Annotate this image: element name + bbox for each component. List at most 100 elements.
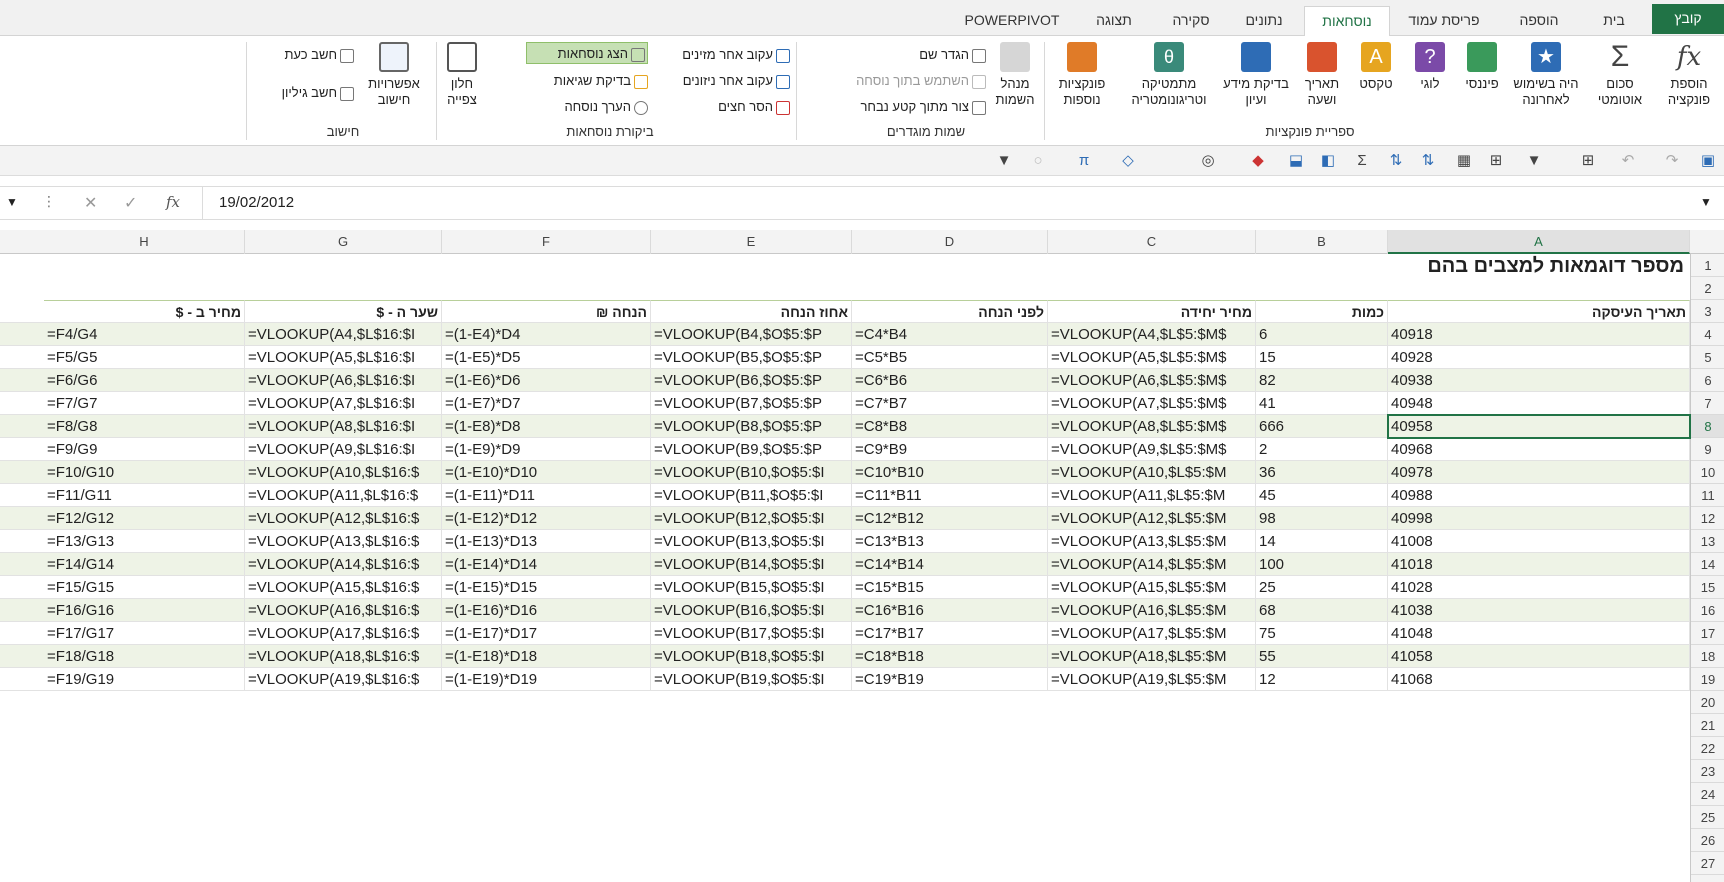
column-header-d[interactable]: D	[852, 230, 1048, 254]
cell-g6[interactable]: =VLOOKUP(A6,$L$16:$I	[245, 369, 442, 392]
cell-e6[interactable]: =VLOOKUP(B6,$O$5:$P	[651, 369, 852, 392]
enter-icon[interactable]: ✓	[124, 193, 137, 213]
sigma-icon[interactable]: Σ	[1354, 153, 1370, 169]
row-header-10[interactable]: 10	[1691, 461, 1724, 484]
date-time-button[interactable]: תאריך ושעה	[1294, 42, 1350, 108]
cell-f8[interactable]: =(1-E8)*D8	[442, 415, 651, 438]
row-header-21[interactable]: 21	[1691, 714, 1724, 737]
borders-icon[interactable]: ⊞	[1488, 153, 1504, 169]
cell-c19[interactable]: =VLOOKUP(A19,$L$5:$M	[1048, 668, 1256, 691]
cell-f14[interactable]: =(1-E14)*D14	[442, 553, 651, 576]
cell-e4[interactable]: =VLOOKUP(B4,$O$5:$P	[651, 323, 852, 346]
cell-c11[interactable]: =VLOOKUP(A11,$L$5:$M	[1048, 484, 1256, 507]
cell-g9[interactable]: =VLOOKUP(A9,$L$16:$I	[245, 438, 442, 461]
header-cell-f[interactable]: הנחה ₪	[442, 300, 651, 323]
row-header-9[interactable]: 9	[1691, 438, 1724, 461]
row-header-6[interactable]: 6	[1691, 369, 1724, 392]
row-header-13[interactable]: 13	[1691, 530, 1724, 553]
cell-b7[interactable]: 41	[1256, 392, 1388, 415]
cell-h15[interactable]: =F15/G15	[44, 576, 245, 599]
cell-d4[interactable]: =C4*B4	[852, 323, 1048, 346]
sheet-title[interactable]: מספר דוגמאות למצבים בהם	[1427, 255, 1684, 278]
column-header-h[interactable]: H	[44, 230, 245, 254]
cell-f15[interactable]: =(1-E15)*D15	[442, 576, 651, 599]
cell-g19[interactable]: =VLOOKUP(A19,$L$16:$	[245, 668, 442, 691]
row-header-22[interactable]: 22	[1691, 737, 1724, 760]
cell-c16[interactable]: =VLOOKUP(A16,$L$5:$M	[1048, 599, 1256, 622]
remove-arrows-button[interactable]: הסר חצים	[680, 96, 790, 118]
cell-b18[interactable]: 55	[1256, 645, 1388, 668]
row-header-16[interactable]: 16	[1691, 599, 1724, 622]
logical-button[interactable]: ? לוגי	[1404, 42, 1456, 92]
cell-a17[interactable]: 41048	[1388, 622, 1690, 645]
cell-f12[interactable]: =(1-E12)*D12	[442, 507, 651, 530]
cell-c14[interactable]: =VLOOKUP(A14,$L$5:$M	[1048, 553, 1256, 576]
evaluate-formula-button[interactable]: הערך נוסחה	[538, 96, 648, 118]
header-cell-a[interactable]: תאריך העיסקה	[1388, 300, 1690, 323]
grid-icon[interactable]: ⊞	[1580, 153, 1596, 169]
cell-e5[interactable]: =VLOOKUP(B5,$O$5:$P	[651, 346, 852, 369]
cell-f10[interactable]: =(1-E10)*D10	[442, 461, 651, 484]
sort-za-icon[interactable]: ⇅	[1388, 153, 1404, 169]
row-header-23[interactable]: 23	[1691, 760, 1724, 783]
cell-b6[interactable]: 82	[1256, 369, 1388, 392]
cell-h19[interactable]: =F19/G19	[44, 668, 245, 691]
fx-icon[interactable]: fx	[166, 193, 180, 211]
row-header-8[interactable]: 8	[1691, 415, 1724, 438]
cell-f4[interactable]: =(1-E4)*D4	[442, 323, 651, 346]
header-cell-g[interactable]: שער ה - $	[245, 300, 442, 323]
cell-c15[interactable]: =VLOOKUP(A15,$L$5:$M	[1048, 576, 1256, 599]
tab-data[interactable]: נתונים	[1228, 6, 1300, 36]
cell-f7[interactable]: =(1-E7)*D7	[442, 392, 651, 415]
column-header-b[interactable]: B	[1256, 230, 1388, 254]
expand-formula-icon[interactable]: ▼	[1700, 195, 1712, 209]
cell-g14[interactable]: =VLOOKUP(A14,$L$16:$	[245, 553, 442, 576]
cell-a11[interactable]: 40988	[1388, 484, 1690, 507]
cell-e10[interactable]: =VLOOKUP(B10,$O$5:$I	[651, 461, 852, 484]
funnel-icon[interactable]: ▼	[996, 153, 1012, 169]
cell-b14[interactable]: 100	[1256, 553, 1388, 576]
cell-h11[interactable]: =F11/G11	[44, 484, 245, 507]
cell-h18[interactable]: =F18/G18	[44, 645, 245, 668]
header-cell-e[interactable]: אחוז הנחה	[651, 300, 852, 323]
cell-b4[interactable]: 6	[1256, 323, 1388, 346]
insert-col-icon[interactable]: ◧	[1320, 153, 1336, 169]
name-manager-button[interactable]: מנהל השמות	[988, 42, 1042, 108]
row-header-1[interactable]: 1	[1691, 254, 1724, 277]
worksheet-grid[interactable]: H G F E D C B A 1 2 3 4 5 6 7 8 9 10 11 12 13 14 15 16 1…	[0, 230, 1724, 882]
cell-g11[interactable]: =VLOOKUP(A11,$L$16:$	[245, 484, 442, 507]
cell-b17[interactable]: 75	[1256, 622, 1388, 645]
cell-c6[interactable]: =VLOOKUP(A6,$L$5:$M$	[1048, 369, 1256, 392]
cell-b9[interactable]: 2	[1256, 438, 1388, 461]
circle-icon[interactable]: ○	[1030, 153, 1046, 169]
cell-c5[interactable]: =VLOOKUP(A5,$L$5:$M$	[1048, 346, 1256, 369]
calc-sheet-button[interactable]: חשב גיליון	[258, 82, 354, 104]
tab-home[interactable]: בית	[1582, 6, 1646, 36]
tab-page-layout[interactable]: פריסת עמוד	[1392, 6, 1496, 36]
cell-a7[interactable]: 40948	[1388, 392, 1690, 415]
cell-h12[interactable]: =F12/G12	[44, 507, 245, 530]
column-header-g[interactable]: G	[245, 230, 442, 254]
cell-c8[interactable]: =VLOOKUP(A8,$L$5:$M$	[1048, 415, 1256, 438]
column-header-c[interactable]: C	[1048, 230, 1256, 254]
financial-button[interactable]: פיננסי	[1456, 42, 1508, 92]
cell-g5[interactable]: =VLOOKUP(A5,$L$16:$I	[245, 346, 442, 369]
cell-d17[interactable]: =C17*B17	[852, 622, 1048, 645]
cell-b5[interactable]: 15	[1256, 346, 1388, 369]
row-header-17[interactable]: 17	[1691, 622, 1724, 645]
cell-b16[interactable]: 68	[1256, 599, 1388, 622]
more-functions-button[interactable]: פונקציות נוספות	[1046, 42, 1118, 108]
row-header-11[interactable]: 11	[1691, 484, 1724, 507]
cell-d15[interactable]: =C15*B15	[852, 576, 1048, 599]
cell-e7[interactable]: =VLOOKUP(B7,$O$5:$P	[651, 392, 852, 415]
cell-f13[interactable]: =(1-E13)*D13	[442, 530, 651, 553]
header-cell-b[interactable]: כמות	[1256, 300, 1388, 323]
header-cell-d[interactable]: לפני הנחה	[852, 300, 1048, 323]
selected-cell[interactable]	[1387, 414, 1691, 439]
cell-c18[interactable]: =VLOOKUP(A18,$L$5:$M	[1048, 645, 1256, 668]
cell-g18[interactable]: =VLOOKUP(A18,$L$16:$	[245, 645, 442, 668]
cell-f17[interactable]: =(1-E17)*D17	[442, 622, 651, 645]
trace-precedents-button[interactable]: עקוב אחר מזינים	[640, 44, 790, 66]
cell-c12[interactable]: =VLOOKUP(A12,$L$5:$M	[1048, 507, 1256, 530]
cell-h10[interactable]: =F10/G10	[44, 461, 245, 484]
